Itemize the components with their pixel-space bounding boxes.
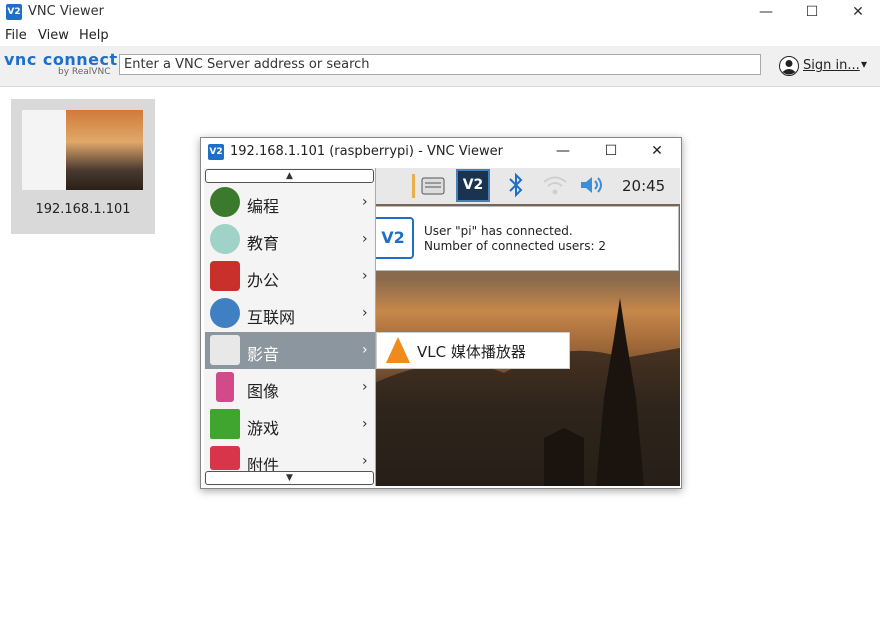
menu-item-label: 编程 (247, 197, 280, 216)
close-button[interactable]: ✕ (835, 0, 880, 24)
vlc-menu-item[interactable]: VLC 媒体播放器 (417, 341, 526, 362)
notification-line-2: Number of connected users: 2 (424, 239, 606, 253)
user-icon (779, 56, 799, 76)
menu-item-label: 办公 (247, 271, 280, 290)
games-icon (210, 409, 240, 439)
menu-file[interactable]: File (5, 28, 27, 43)
vnc-close-button[interactable]: ✕ (634, 137, 680, 165)
vnc-tray-icon[interactable]: V2 (456, 169, 490, 202)
accessories-icon (210, 446, 240, 470)
submenu-arrow-icon: › (362, 268, 368, 284)
vnc-app-icon-text: V2 (7, 7, 21, 17)
graphics-icon (216, 372, 234, 402)
vnc-notification-logo: V2 (372, 217, 414, 259)
submenu-arrow-icon: › (362, 194, 368, 210)
submenu-arrow-icon: › (362, 453, 368, 469)
volume-icon[interactable] (578, 174, 606, 196)
maximize-button[interactable]: ☐ (789, 0, 835, 24)
education-icon (210, 224, 240, 254)
bluetooth-icon[interactable] (506, 172, 526, 198)
minimize-button[interactable]: — (743, 0, 789, 24)
logo-subtitle: by RealVNC (58, 67, 111, 77)
programming-icon (210, 187, 240, 217)
menu-scroll-up-button[interactable]: ▲ (205, 169, 374, 183)
submenu-arrow-icon: › (362, 342, 368, 358)
menu-view[interactable]: View (38, 28, 69, 43)
internet-icon (210, 298, 240, 328)
vnc-maximize-button[interactable]: ☐ (588, 137, 634, 165)
vnc-window-title: 192.168.1.101 (raspberrypi) - VNC Viewer (230, 144, 503, 159)
notification-line-1: User "pi" has connected. (424, 224, 573, 238)
vlc-icon (386, 337, 410, 363)
menu-scroll-down-button[interactable]: ▼ (205, 471, 374, 485)
media-icon (210, 335, 240, 365)
vnc-window-icon: V2 (208, 144, 224, 160)
submenu-arrow-icon: › (362, 305, 368, 321)
submenu-arrow-icon: › (362, 231, 368, 247)
menu-item-label: 互联网 (247, 308, 296, 327)
sign-in-button[interactable]: Sign in... ▾ (776, 54, 876, 78)
sign-in-label: Sign in... (803, 58, 860, 73)
address-placeholder: Enter a VNC Server address or search (124, 57, 370, 72)
menu-item-label: 游戏 (247, 419, 280, 438)
submenu-arrow-icon: › (362, 379, 368, 395)
menu-help[interactable]: Help (79, 28, 109, 43)
vnc-minimize-button[interactable]: — (540, 137, 586, 165)
chevron-down-icon: ▾ (861, 57, 868, 71)
address-search-input[interactable]: Enter a VNC Server address or search (119, 54, 761, 75)
menu-item-label: 图像 (247, 382, 280, 401)
menu-item-label: 教育 (247, 234, 280, 253)
clock: 20:45 (622, 177, 666, 195)
window-title: VNC Viewer (28, 4, 105, 19)
office-icon (210, 261, 240, 291)
thumbnail-menu (22, 110, 66, 190)
entry-label: 192.168.1.101 (35, 202, 131, 217)
keyboard-icon[interactable] (412, 172, 448, 200)
wifi-icon[interactable] (542, 174, 568, 196)
menu-item-label: 影音 (247, 345, 280, 364)
submenu-arrow-icon: › (362, 416, 368, 432)
